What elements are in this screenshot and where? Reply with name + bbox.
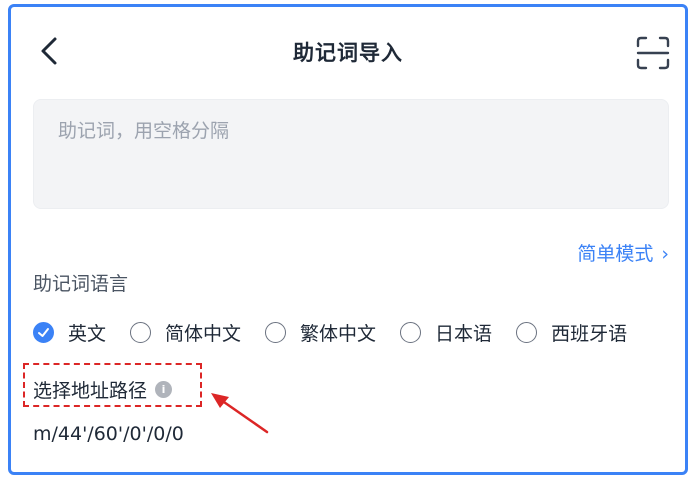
language-option-japanese[interactable]: 日本语 (400, 319, 492, 346)
info-icon[interactable]: i (155, 381, 173, 398)
mnemonic-input[interactable]: 助记词，用空格分隔 (33, 99, 669, 209)
language-option-label: 日本语 (435, 323, 493, 345)
annotation-arrow-icon (211, 393, 269, 434)
language-option-english[interactable]: 英文 (33, 319, 106, 346)
language-option-label: 西班牙语 (551, 323, 628, 345)
scan-icon (636, 36, 670, 70)
language-option-spanish[interactable]: 西班牙语 (516, 319, 627, 346)
language-label: 助记词语言 (33, 273, 129, 295)
address-path-label-row: 选择地址路径 i (33, 376, 173, 403)
language-option-label: 繁体中文 (300, 323, 377, 345)
page-title: 助记词导入 (293, 41, 403, 65)
simple-mode-label: 简单模式 (577, 243, 654, 265)
chevron-right-icon: › (661, 243, 669, 265)
language-option-traditional-chinese[interactable]: 繁体中文 (265, 319, 376, 346)
language-option-simplified-chinese[interactable]: 简体中文 (130, 319, 241, 346)
header: 助记词导入 (11, 7, 685, 95)
mnemonic-placeholder: 助记词，用空格分隔 (58, 120, 230, 142)
screenshot-frame: 助记词导入 助记词，用空格分隔 简单模式 › 助记词语言 英文 简体中文 繁体中… (8, 4, 688, 475)
address-path-label: 选择地址路径 (33, 380, 148, 402)
radio-unchecked-icon (516, 322, 538, 343)
radio-unchecked-icon (265, 322, 287, 343)
simple-mode-link[interactable]: 简单模式 › (577, 239, 669, 266)
language-options: 英文 简体中文 繁体中文 日本语 西班牙语 (33, 319, 651, 346)
radio-unchecked-icon (130, 322, 152, 343)
radio-unchecked-icon (400, 322, 422, 343)
radio-checked-icon (33, 322, 54, 343)
scan-button[interactable] (635, 35, 671, 71)
language-option-label: 简体中文 (165, 323, 242, 345)
address-path-value[interactable]: m/44'/60'/0'/0/0 (33, 423, 184, 445)
language-option-label: 英文 (68, 323, 107, 345)
